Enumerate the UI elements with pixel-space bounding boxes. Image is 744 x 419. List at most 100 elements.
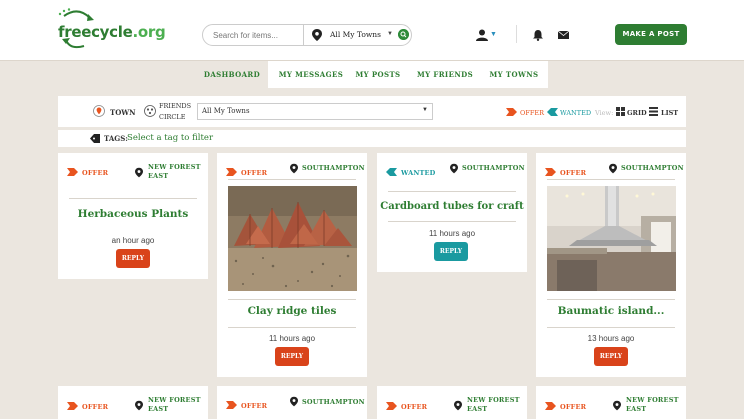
chevron-down-icon[interactable]: ▼ bbox=[387, 31, 393, 37]
reply-button[interactable]: REPLY bbox=[594, 347, 628, 366]
reply-button[interactable]: REPLY bbox=[116, 249, 150, 268]
offer-flag-icon bbox=[67, 168, 78, 176]
location-pin-icon bbox=[135, 400, 143, 411]
post-location[interactable]: NEW FOREST EAST bbox=[148, 396, 201, 414]
grid-view-toggle[interactable]: GRID bbox=[627, 109, 647, 117]
post-title[interactable]: Herbaceous Plants bbox=[58, 208, 208, 220]
user-icon[interactable] bbox=[476, 29, 488, 41]
wanted-flag-icon bbox=[386, 168, 397, 176]
post-location[interactable]: NEW FOREST EAST bbox=[467, 396, 520, 414]
location-pin-icon bbox=[290, 163, 298, 174]
offer-flag-icon bbox=[226, 168, 237, 176]
view-label: View: bbox=[595, 109, 614, 117]
post-location[interactable]: NEW FOREST EAST bbox=[148, 163, 201, 181]
post-card[interactable]: WANTED SOUTHAMPTON Cardboard tubes for c… bbox=[377, 153, 527, 272]
search-icon[interactable] bbox=[398, 29, 409, 40]
post-card[interactable]: OFFER NEW FOREST EAST bbox=[377, 386, 527, 419]
mail-icon[interactable] bbox=[558, 31, 569, 39]
location-pin-icon bbox=[312, 29, 322, 41]
post-card[interactable]: OFFER SOUTHAMPTON Baumatic island... 13 … bbox=[536, 153, 686, 377]
post-type-label: OFFER bbox=[241, 169, 268, 177]
friends-circle-label[interactable]: FRIENDS bbox=[159, 102, 191, 110]
grid-view-icon[interactable] bbox=[616, 107, 625, 116]
offer-flag-icon[interactable] bbox=[506, 108, 517, 116]
post-card[interactable]: OFFER NEW FOREST EAST Herbaceous Plants a… bbox=[58, 153, 208, 279]
tab-my-messages[interactable]: MY MESSAGES bbox=[272, 61, 350, 88]
user-menu-chevron-icon[interactable]: ▼ bbox=[490, 31, 497, 38]
offer-flag-icon bbox=[67, 402, 78, 410]
card-divider bbox=[547, 327, 675, 328]
town-radio-icon[interactable] bbox=[93, 105, 105, 117]
post-type-label: OFFER bbox=[82, 169, 109, 177]
reply-button[interactable]: REPLY bbox=[434, 242, 468, 261]
freecycle-logo[interactable]: freecycle.org bbox=[56, 8, 166, 52]
reply-button[interactable]: REPLY bbox=[275, 347, 309, 366]
location-pin-icon bbox=[290, 396, 298, 407]
card-divider bbox=[388, 191, 516, 192]
post-card[interactable]: OFFER SOUTHAMPTON bbox=[217, 153, 367, 377]
post-title[interactable]: Cardboard tubes for craft bbox=[377, 201, 527, 212]
offer-flag-icon bbox=[545, 402, 556, 410]
tag-icon bbox=[90, 134, 100, 143]
tab-my-towns[interactable]: MY TOWNS bbox=[488, 61, 540, 88]
tags-label: TAGS: bbox=[104, 134, 128, 143]
main-nav: DASHBOARD MY MESSAGES MY POSTS MY FRIEND… bbox=[0, 60, 744, 88]
post-title[interactable]: Clay ridge tiles bbox=[217, 305, 367, 317]
site-header: freecycle.org All My Towns ▼ ▼ MAKE A PO… bbox=[0, 0, 744, 60]
list-view-toggle[interactable]: LIST bbox=[661, 109, 678, 117]
list-view-icon[interactable] bbox=[649, 107, 658, 116]
town-filter-value: All My Towns bbox=[202, 107, 250, 115]
offer-flag-icon bbox=[226, 401, 237, 409]
friends-circle-label-line2[interactable]: CIRCLE bbox=[159, 113, 185, 121]
post-card[interactable]: OFFER NEW FOREST EAST bbox=[58, 386, 208, 419]
tab-dashboard[interactable]: DASHBOARD bbox=[196, 61, 268, 88]
post-time: 11 hours ago bbox=[268, 334, 316, 343]
card-divider bbox=[228, 299, 356, 300]
search-input[interactable] bbox=[213, 28, 301, 43]
post-type-label: WANTED bbox=[401, 169, 436, 177]
chevron-down-icon: ▼ bbox=[422, 107, 428, 113]
post-type-label: OFFER bbox=[560, 169, 587, 177]
town-filter-dropdown[interactable]: All My Towns ▼ bbox=[197, 103, 433, 120]
card-divider bbox=[388, 221, 516, 222]
card-divider bbox=[69, 198, 197, 199]
post-location[interactable]: NEW FOREST EAST bbox=[626, 396, 679, 414]
post-image[interactable] bbox=[547, 186, 676, 291]
post-location[interactable]: SOUTHAMPTON bbox=[302, 398, 365, 407]
card-divider bbox=[547, 299, 675, 300]
tag-filter-input[interactable]: Select a tag to filter bbox=[127, 133, 213, 143]
make-a-post-button[interactable]: MAKE A POST bbox=[615, 24, 687, 45]
offer-filter[interactable]: OFFER bbox=[520, 109, 544, 117]
post-location[interactable]: SOUTHAMPTON bbox=[302, 164, 365, 173]
card-divider bbox=[228, 179, 356, 180]
nav-tabs: DASHBOARD MY MESSAGES MY POSTS MY FRIEND… bbox=[196, 61, 548, 88]
post-type-label: OFFER bbox=[401, 403, 428, 411]
post-location[interactable]: SOUTHAMPTON bbox=[462, 164, 525, 173]
offer-flag-icon bbox=[386, 402, 397, 410]
filter-bar: TOWN FRIENDS CIRCLE All My Towns ▼ OFFER… bbox=[58, 96, 686, 127]
post-image[interactable] bbox=[228, 186, 357, 291]
search-bar: All My Towns ▼ bbox=[202, 24, 412, 46]
tab-my-friends[interactable]: MY FRIENDS bbox=[416, 61, 474, 88]
post-location[interactable]: SOUTHAMPTON bbox=[621, 164, 684, 173]
post-title[interactable]: Baumatic island... bbox=[536, 305, 686, 317]
tags-bar: TAGS: Select a tag to filter bbox=[58, 130, 686, 147]
post-card[interactable]: OFFER SOUTHAMPTON bbox=[217, 386, 367, 419]
town-toggle-label[interactable]: TOWN bbox=[110, 108, 136, 117]
post-time: 11 hours ago bbox=[428, 229, 476, 238]
town-select[interactable]: All My Towns bbox=[330, 30, 381, 39]
tab-my-posts[interactable]: MY POSTS bbox=[352, 61, 404, 88]
location-pin-icon bbox=[454, 400, 462, 411]
post-type-label: OFFER bbox=[241, 402, 268, 410]
post-card[interactable]: OFFER NEW FOREST EAST bbox=[536, 386, 686, 419]
post-time: an hour ago bbox=[111, 236, 155, 245]
wanted-flag-icon[interactable] bbox=[547, 108, 558, 116]
bell-icon[interactable] bbox=[533, 29, 543, 41]
post-type-label: OFFER bbox=[560, 403, 587, 411]
location-pin-icon bbox=[135, 167, 143, 178]
card-divider bbox=[547, 179, 675, 180]
friends-circle-radio-icon[interactable] bbox=[144, 105, 156, 117]
wanted-filter[interactable]: WANTED bbox=[560, 109, 591, 117]
location-pin-icon bbox=[613, 400, 621, 411]
search-divider bbox=[303, 25, 304, 45]
